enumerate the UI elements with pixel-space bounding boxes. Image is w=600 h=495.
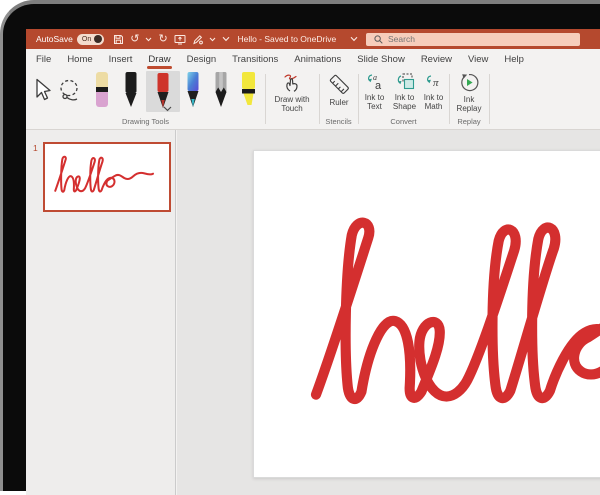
highlighter-tool[interactable] (240, 72, 257, 115)
eraser-tool[interactable] (94, 72, 110, 115)
tab-help[interactable]: Help (496, 49, 532, 70)
pen-options-chevron[interactable] (163, 106, 172, 112)
stencils-group-label: Stencils (319, 117, 358, 126)
slide-number: 1 (33, 143, 38, 153)
ink-replay-icon (459, 73, 479, 92)
ruler-icon (328, 73, 350, 95)
ruler-button[interactable]: Ruler (322, 73, 356, 107)
tab-review[interactable]: Review (413, 49, 460, 70)
select-tool[interactable] (34, 78, 52, 107)
ribbon-draw: Drawing Tools Draw with Touch Ruler Sten… (26, 70, 600, 130)
svg-text:π: π (433, 77, 439, 89)
tab-view[interactable]: View (460, 49, 496, 70)
powerpoint-window: AutoSave On ↺ ↻ (26, 29, 600, 495)
search-icon (374, 35, 383, 44)
save-icon[interactable] (113, 32, 124, 46)
slide-thumbnail-panel: 1 (26, 130, 176, 495)
title-dropdown-chevron[interactable] (350, 36, 358, 42)
pen-dropdown-chevron[interactable] (209, 32, 216, 46)
workspace: 1 (26, 130, 600, 495)
tab-transitions[interactable]: Transitions (224, 49, 286, 70)
autosave-label: AutoSave (36, 34, 73, 44)
convert-group-label: Convert (358, 117, 449, 126)
slide-thumbnail[interactable] (43, 142, 171, 212)
ink-to-shape-icon (395, 73, 415, 90)
tab-design[interactable]: Design (179, 49, 225, 70)
ink-hello (306, 209, 600, 441)
pen-black-tool[interactable] (123, 72, 139, 115)
search-box[interactable] (366, 33, 580, 46)
autosave-pill[interactable]: On (77, 34, 104, 45)
ink-pen-icon[interactable] (192, 32, 203, 46)
ink-to-math-icon: π (424, 73, 444, 90)
svg-text:a: a (375, 80, 382, 90)
tab-file[interactable]: File (28, 49, 59, 70)
autosave-state: On (82, 36, 91, 43)
ink-to-text-icon: a a (365, 73, 385, 90)
lasso-select-tool[interactable] (58, 79, 82, 108)
ink-to-math-button[interactable]: π Ink to Math (419, 73, 448, 111)
more-commands-chevron[interactable] (222, 32, 230, 46)
tab-home[interactable]: Home (59, 49, 100, 70)
window-title: Hello - Saved to OneDrive (237, 34, 336, 44)
tab-draw[interactable]: Draw (140, 49, 178, 70)
tab-animations[interactable]: Animations (286, 49, 349, 70)
touch-hand-icon (281, 73, 303, 92)
pen-icon (123, 72, 139, 110)
autosave-knob (94, 35, 102, 43)
window-title-area: Hello - Saved to OneDrive (230, 34, 366, 44)
drawing-tools-group-label: Drawing Tools (26, 117, 265, 126)
tab-slide-show[interactable]: Slide Show (349, 49, 413, 70)
undo-icon[interactable]: ↺ (130, 32, 139, 46)
titlebar: AutoSave On ↺ ↻ (26, 29, 600, 49)
replay-group-label: Replay (449, 117, 489, 126)
slide-editing-area (177, 130, 600, 495)
ink-to-text-button[interactable]: a a Ink to Text (360, 73, 389, 111)
ink-replay-button[interactable]: Ink Replay (451, 73, 487, 113)
present-icon[interactable] (174, 32, 186, 46)
pen-icon (185, 72, 201, 110)
highlighter-icon (240, 72, 257, 110)
pencil-icon (213, 72, 229, 110)
lasso-icon (58, 79, 82, 103)
slide-canvas[interactable] (253, 150, 600, 478)
eraser-icon (94, 72, 110, 110)
undo-dropdown-chevron[interactable] (145, 32, 152, 46)
autosave-toggle[interactable]: AutoSave On (36, 34, 104, 45)
ink-to-shape-button[interactable]: Ink to Shape (390, 73, 419, 111)
pencil-tool[interactable] (213, 72, 229, 115)
pen-galaxy-tool[interactable] (185, 72, 201, 115)
redo-icon[interactable]: ↻ (158, 32, 167, 46)
device-bezel: AutoSave On ↺ ↻ (0, 0, 600, 491)
cursor-arrow-icon (34, 78, 52, 102)
thumbnail-ink-hello (53, 154, 161, 200)
ribbon-tabs: File Home Insert Draw Design Transitions… (26, 49, 600, 70)
pen-red-tool-selected[interactable] (146, 71, 180, 112)
tab-insert[interactable]: Insert (101, 49, 141, 70)
search-input[interactable] (366, 33, 580, 46)
draw-with-touch-button[interactable]: Draw with Touch (267, 73, 317, 113)
